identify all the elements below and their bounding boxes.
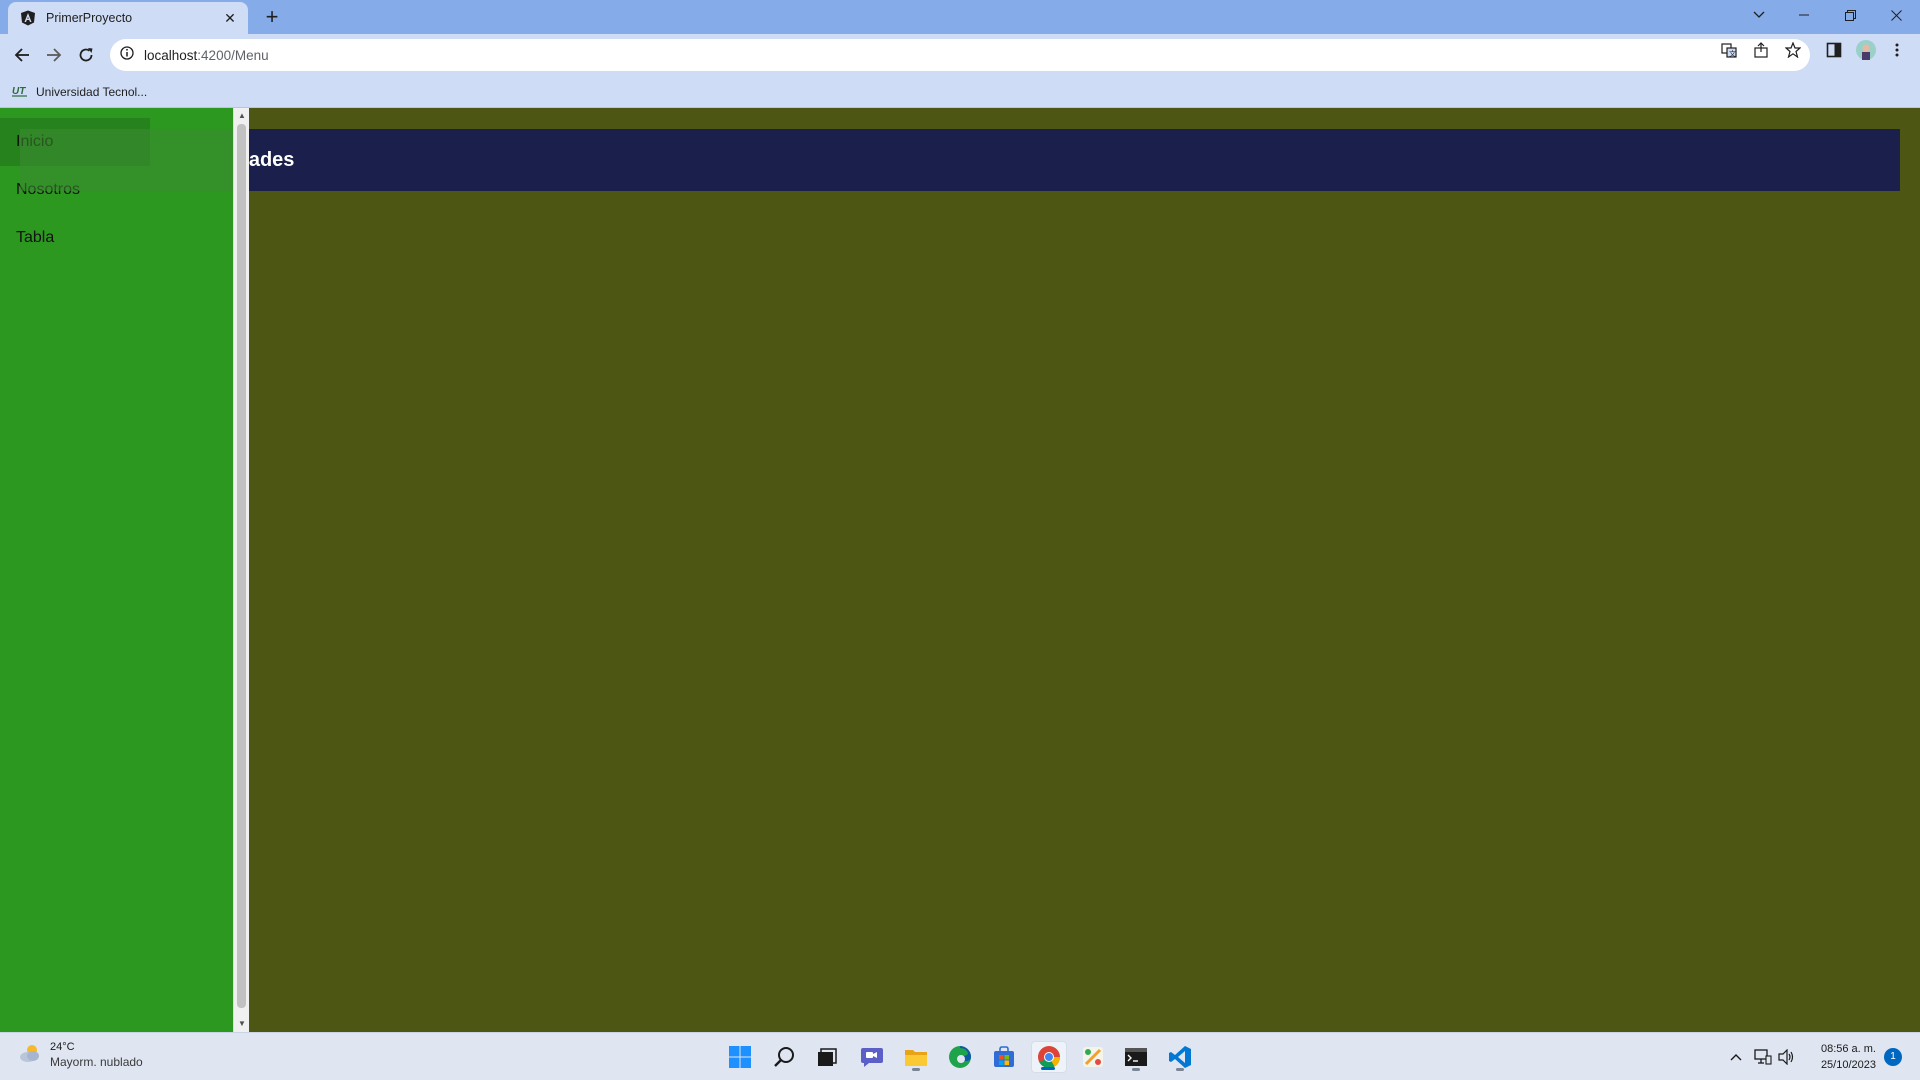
bookmark-label: Universidad Tecnol...	[36, 85, 148, 99]
tab-search-icon[interactable]	[1736, 0, 1782, 30]
browser-tab[interactable]: PrimerProyecto ✕	[8, 2, 248, 34]
side-nav: Inicio Nosotros Tabla	[0, 108, 233, 1032]
browser-tab-strip: PrimerProyecto ✕ +	[0, 0, 1920, 34]
bookmark-star-icon[interactable]	[1785, 42, 1801, 58]
active-indicator	[1041, 1067, 1055, 1070]
notification-badge[interactable]: 1	[1884, 1048, 1902, 1066]
address-bar[interactable]: localhost:4200/Menu	[110, 39, 1810, 71]
scroll-up-arrow-icon[interactable]: ▲	[237, 111, 247, 121]
share-icon[interactable]	[1753, 42, 1769, 58]
chrome-icon[interactable]	[1031, 1041, 1067, 1073]
more-menu-icon[interactable]	[1889, 42, 1905, 58]
tab-title: PrimerProyecto	[46, 11, 133, 25]
side-panel-icon[interactable]	[1826, 42, 1842, 58]
back-icon[interactable]	[8, 41, 36, 69]
system-clock[interactable]: 08:56 a. m. 25/10/2023	[1806, 1041, 1876, 1073]
svg-text:文: 文	[1729, 49, 1736, 58]
clock-date: 25/10/2023	[1820, 1059, 1876, 1071]
minimize-icon[interactable]	[1781, 0, 1827, 30]
url-host: localhost	[144, 47, 198, 63]
bookmark-item[interactable]: UT Universidad Tecnol...	[12, 82, 147, 102]
clock-time: 08:56 a. m.	[1820, 1043, 1876, 1055]
windows-start-icon[interactable]	[724, 1041, 756, 1073]
translate-icon[interactable]: 文	[1721, 42, 1737, 58]
running-indicator	[1176, 1068, 1184, 1071]
paint-icon[interactable]	[1077, 1041, 1109, 1073]
file-explorer-icon[interactable]	[900, 1041, 932, 1073]
edge-icon[interactable]	[944, 1041, 976, 1073]
close-window-icon[interactable]	[1873, 0, 1919, 30]
sidenav-item-label: Tabla	[16, 229, 55, 246]
reload-icon[interactable]	[72, 41, 100, 69]
search-icon[interactable]	[768, 1041, 800, 1073]
partly-cloudy-icon	[18, 1043, 42, 1068]
terminal-icon[interactable]	[1120, 1041, 1152, 1073]
scroll-down-arrow-icon[interactable]: ▼	[237, 1019, 247, 1029]
sidenav-scrollbar[interactable]: ▲ ▼	[233, 108, 249, 1032]
app-toolbar: Menú De Actividades	[20, 129, 1900, 191]
scrollbar-thumb[interactable]	[237, 124, 246, 1008]
sidenav-item-label: Inicio	[16, 133, 54, 150]
new-tab-button[interactable]: +	[258, 4, 286, 32]
ut-logo-icon: UT	[12, 83, 28, 102]
vscode-icon[interactable]	[1164, 1041, 1196, 1073]
windows-taskbar: 24°C Mayorm. nublado 08:56 a. m. 25/10/2…	[0, 1032, 1920, 1080]
tab-close-icon[interactable]: ✕	[222, 10, 238, 27]
weather-widget[interactable]: 24°C Mayorm. nublado	[18, 1041, 143, 1069]
chevron-up-icon[interactable]	[1726, 1047, 1746, 1067]
url-path: :4200/Menu	[197, 47, 269, 63]
weather-temperature: 24°C	[50, 1041, 75, 1053]
bookmarks-bar: UT Universidad Tecnol...	[0, 76, 1920, 108]
forward-icon[interactable]	[40, 41, 68, 69]
svg-text:UT: UT	[12, 86, 26, 97]
store-icon[interactable]	[988, 1041, 1020, 1073]
sidenav-item-tabla[interactable]: Tabla	[0, 214, 233, 262]
network-icon[interactable]	[1753, 1047, 1773, 1067]
page-content: Menú De Actividades Inicio Nosotros Tabl…	[0, 108, 1920, 1032]
restore-icon[interactable]	[1827, 0, 1873, 30]
teams-chat-icon[interactable]	[856, 1041, 888, 1073]
sidenav-item-label: Nosotros	[16, 181, 81, 198]
browser-toolbar: localhost:4200/Menu 文	[0, 34, 1920, 76]
angular-icon	[20, 10, 36, 26]
site-info-icon[interactable]	[120, 45, 134, 65]
running-indicator	[912, 1068, 920, 1071]
running-indicator	[1132, 1068, 1140, 1071]
sidenav-item-nosotros[interactable]: Nosotros	[0, 166, 233, 214]
profile-avatar[interactable]	[1856, 40, 1876, 60]
task-view-icon[interactable]	[811, 1041, 843, 1073]
weather-condition: Mayorm. nublado	[50, 1055, 143, 1069]
volume-icon[interactable]	[1777, 1047, 1797, 1067]
url-text[interactable]: localhost:4200/Menu	[144, 48, 269, 63]
sidenav-item-inicio[interactable]: Inicio	[0, 118, 150, 166]
